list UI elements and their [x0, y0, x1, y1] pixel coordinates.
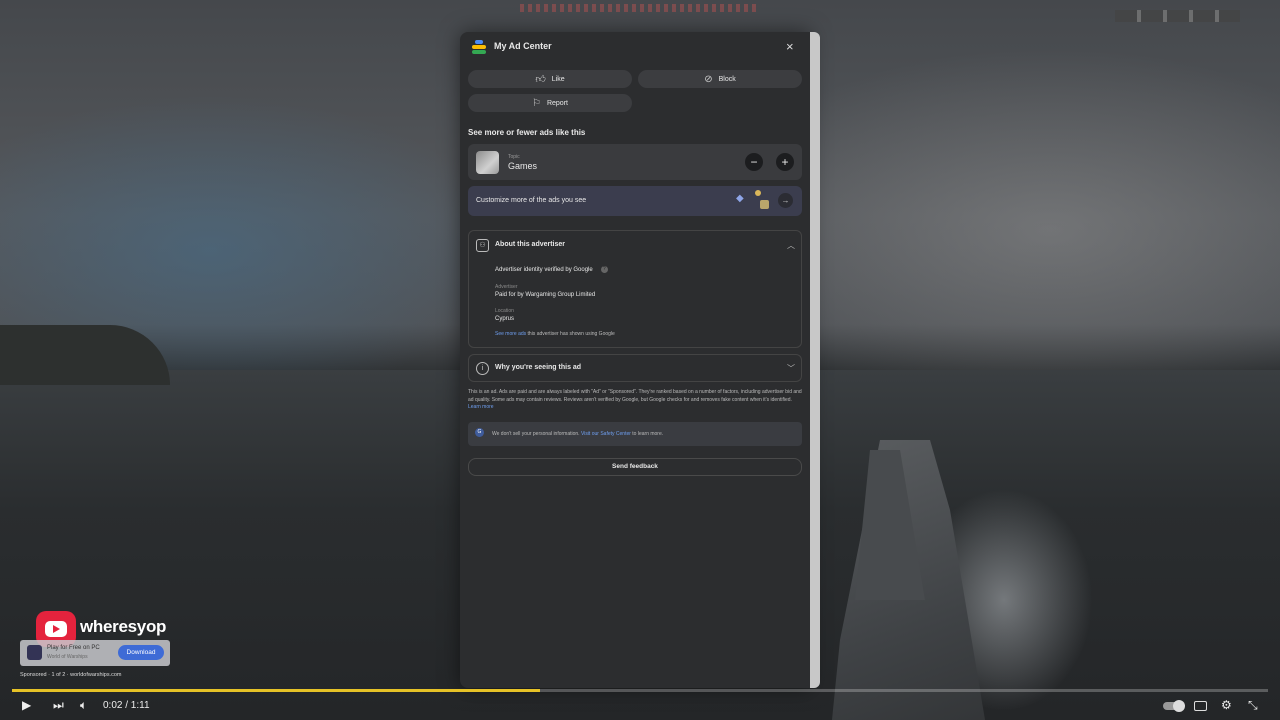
location-value: Cyprus — [495, 316, 515, 322]
panel-scrollbar[interactable] — [810, 32, 820, 688]
customize-ads-row[interactable]: Customize more of the ads you see ◆ → — [468, 186, 802, 216]
why-title: Why you're seeing this ad — [495, 364, 582, 371]
privacy-notice: G We don't sell your personal informatio… — [468, 422, 802, 446]
like-label: Like — [551, 75, 565, 83]
thumbs-up-icon: 👍︎ — [535, 74, 546, 85]
settings-gear-icon[interactable]: ⚙ — [1221, 698, 1232, 712]
privacy-pre: We don't sell your personal information. — [492, 431, 581, 437]
disclaimer-text: This is an ad. Ads are paid and are alwa… — [468, 389, 802, 403]
advertiser-value: Paid for by Wargaming Group Limited — [495, 292, 596, 298]
island — [0, 325, 170, 385]
diamond-icon: ◆ — [736, 193, 744, 204]
arrow-right-icon[interactable]: → — [778, 193, 793, 208]
safety-center-link[interactable]: Visit our Safety Center — [581, 431, 631, 437]
person-icon: ⚇ — [476, 239, 489, 252]
block-button[interactable]: ⊘ Block — [638, 70, 802, 88]
chevron-up-icon[interactable]: ︿ — [787, 240, 795, 251]
topic-row: Topic Games − + — [468, 144, 802, 180]
why-seeing-ad-card[interactable]: i Why you're seeing this ad ﹀ — [468, 354, 802, 382]
exit-fullscreen-icon[interactable]: ⤡ — [1248, 698, 1258, 713]
topic-thumbnail — [476, 151, 499, 174]
topic-name: Games — [508, 161, 538, 171]
help-icon[interactable]: ? — [600, 266, 608, 273]
about-advertiser-card: ⚇ About this advertiser ︿ Advertiser ide… — [468, 230, 802, 348]
decoration-box — [760, 200, 769, 209]
flag-icon: ⚐ — [532, 97, 541, 109]
time-display: 0:02 / 1:11 — [103, 700, 150, 711]
about-title: About this advertiser — [495, 241, 566, 248]
fewer-ads-button[interactable]: − — [745, 153, 763, 171]
close-icon[interactable]: × — [786, 39, 794, 54]
hud-top-bar — [520, 4, 760, 12]
section-title: See more or fewer ads like this — [468, 128, 586, 137]
verified-row: Advertiser identity verified by Google? — [495, 266, 608, 273]
ad-center-logo-icon — [472, 40, 486, 54]
chevron-down-icon[interactable]: ﹀ — [787, 363, 795, 374]
topic-caption: Topic — [508, 154, 520, 160]
report-button[interactable]: ⚐ Report — [468, 94, 632, 112]
ad-title: Play for Free on PC — [47, 645, 100, 651]
shield-icon: G — [475, 428, 484, 437]
ad-center-panel: My Ad Center × 👍︎ Like ⊘ Block ⚐ Report … — [460, 32, 810, 688]
hud-team-icons — [1115, 10, 1240, 22]
sponsored-ad-card[interactable]: Play for Free on PC World of Warships Do… — [20, 640, 170, 666]
ad-disclaimer: This is an ad. Ads are paid and are alwa… — [468, 389, 802, 412]
like-button[interactable]: 👍︎ Like — [468, 70, 632, 88]
block-icon: ⊘ — [704, 73, 713, 85]
report-label: Report — [546, 99, 568, 107]
verified-text: Advertiser identity verified by Google — [495, 267, 593, 274]
location-label: Location — [495, 308, 514, 314]
advertiser-label: Advertiser — [495, 284, 518, 290]
customize-label: Customize more of the ads you see — [476, 197, 587, 204]
sponsored-label: Sponsored · 1 of 2 · worldofwarships.com — [20, 672, 122, 678]
more-ads-button[interactable]: + — [776, 153, 794, 171]
panel-header: My Ad Center × — [460, 32, 810, 62]
see-more-row: See more ads this advertiser has shown u… — [495, 331, 615, 337]
autoplay-toggle[interactable] — [1163, 700, 1185, 712]
see-more-ads-link[interactable]: See more ads — [495, 331, 526, 337]
info-icon: i — [476, 362, 489, 375]
learn-more-link[interactable]: Learn more — [468, 404, 494, 410]
channel-watermark: wheresyop — [80, 617, 167, 636]
volume-icon[interactable]: 🔈︎ — [80, 698, 87, 713]
see-more-rest: this advertiser has shown using Google — [526, 331, 615, 337]
advertiser-icon — [27, 645, 42, 660]
send-feedback-button[interactable]: Send feedback — [468, 458, 802, 476]
privacy-post: to learn more. — [630, 431, 664, 437]
progress-bar[interactable] — [12, 689, 1268, 692]
download-button[interactable]: Download — [118, 645, 164, 660]
play-icon[interactable]: ▶ — [22, 698, 31, 712]
block-label: Block — [718, 75, 736, 83]
ad-subtitle: World of Warships — [47, 654, 88, 660]
progress-fill — [12, 689, 540, 692]
next-icon[interactable]: ⏭ — [53, 698, 64, 713]
captions-icon[interactable] — [1194, 701, 1207, 711]
youtube-play-icon — [45, 621, 67, 637]
decoration-dot — [755, 190, 761, 196]
privacy-text: We don't sell your personal information.… — [492, 431, 663, 437]
panel-title: My Ad Center — [494, 41, 552, 51]
